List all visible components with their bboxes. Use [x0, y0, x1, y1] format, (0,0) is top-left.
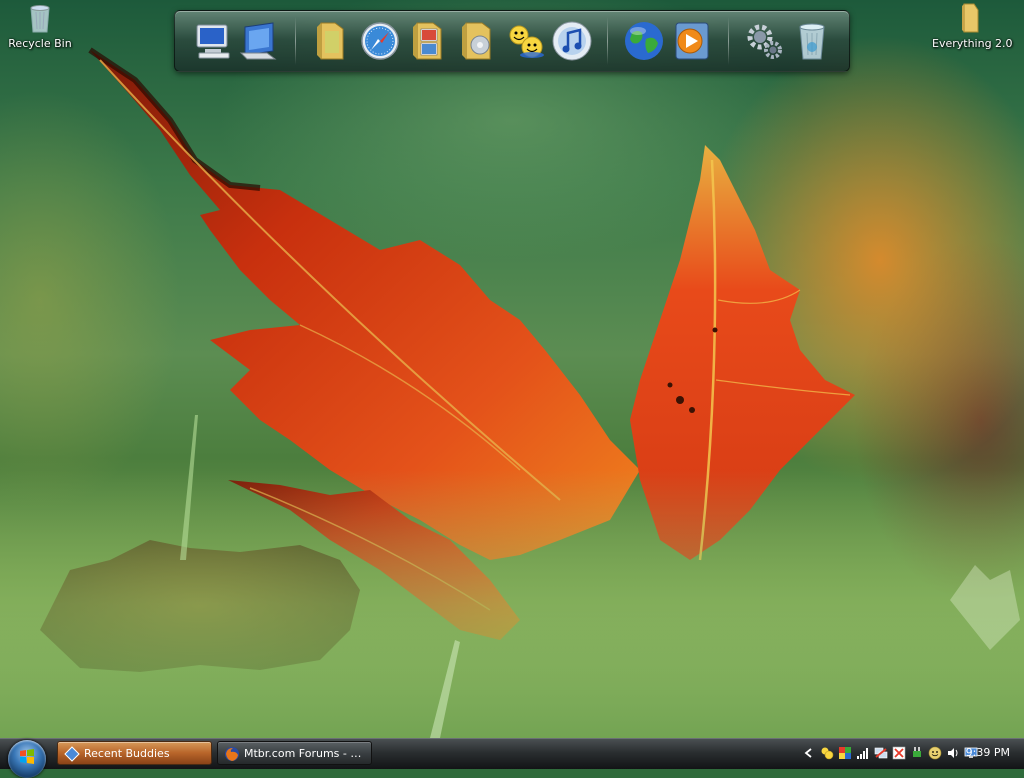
- documents-folder-icon: [317, 22, 344, 60]
- dock-documents-folder[interactable]: [309, 19, 353, 63]
- itunes-icon: [552, 21, 592, 61]
- desktop-icon-label: Recycle Bin: [8, 37, 72, 50]
- windows-start-orb-icon: [20, 749, 34, 764]
- dock-media-player[interactable]: [670, 19, 714, 63]
- control-panel-icon: [239, 22, 277, 60]
- chevron-left-icon[interactable]: [802, 746, 816, 760]
- dock-recycle-bin[interactable]: [790, 19, 834, 63]
- signal-bars-icon[interactable]: [856, 746, 870, 760]
- color-squares-icon[interactable]: [838, 746, 852, 760]
- dock-settings[interactable]: [742, 19, 786, 63]
- desktop-icon-everything[interactable]: Everything 2.0: [932, 2, 1013, 50]
- pictures-folder-icon: [413, 22, 442, 60]
- media-player-icon: [675, 22, 709, 60]
- music-folder-icon: [462, 22, 491, 60]
- dock-separator: [728, 17, 729, 65]
- security-icon[interactable]: [892, 746, 906, 760]
- messenger-buddies-icon: [509, 25, 544, 58]
- settings-gears-icon: [747, 24, 782, 59]
- recycle-bin-icon: [27, 2, 53, 34]
- dock-pictures-folder[interactable]: [407, 19, 451, 63]
- diamond-app-icon: [64, 746, 80, 762]
- recycle-bin-icon: [799, 23, 825, 60]
- taskbar-button-label: Mtbr.com Forums - Us...: [244, 747, 372, 760]
- dock-messenger[interactable]: [504, 19, 548, 63]
- plug-icon[interactable]: [910, 746, 924, 760]
- start-button[interactable]: [8, 740, 46, 778]
- dock-separator: [295, 17, 296, 65]
- dock-separator: [607, 17, 608, 65]
- taskbar-button-mtbr-forums[interactable]: Mtbr.com Forums - Us...: [217, 741, 372, 765]
- taskbar-clock[interactable]: 9:39 PM: [966, 746, 1010, 759]
- desktop-icon-recycle-bin[interactable]: Recycle Bin: [0, 2, 80, 50]
- messenger-tray-icon[interactable]: [820, 746, 834, 760]
- firefox-icon: [225, 747, 239, 761]
- desktop-icon-label: Everything 2.0: [932, 37, 1013, 50]
- taskbar-button-recent-buddies[interactable]: Recent Buddies: [57, 741, 212, 765]
- dock-itunes[interactable]: [550, 19, 594, 63]
- safari-compass-icon: [361, 22, 399, 60]
- globe-browser-icon: [625, 22, 663, 60]
- smiley-icon[interactable]: [928, 746, 942, 760]
- dock-safari[interactable]: [358, 19, 402, 63]
- dock-music-folder[interactable]: [456, 19, 500, 63]
- folder-icon: [960, 2, 984, 34]
- dock-my-computer[interactable]: [191, 19, 235, 63]
- dock-globe-browser[interactable]: [622, 19, 666, 63]
- dock-control-panel[interactable]: [237, 19, 281, 63]
- taskbar-button-label: Recent Buddies: [84, 747, 170, 760]
- autumn-leaf-wallpaper-image: [0, 47, 1024, 738]
- network-icon[interactable]: [874, 746, 888, 760]
- my-computer-icon: [196, 24, 230, 59]
- dock-bar: [174, 10, 850, 72]
- volume-icon[interactable]: [946, 746, 960, 760]
- desktop-wallpaper: [0, 0, 1024, 738]
